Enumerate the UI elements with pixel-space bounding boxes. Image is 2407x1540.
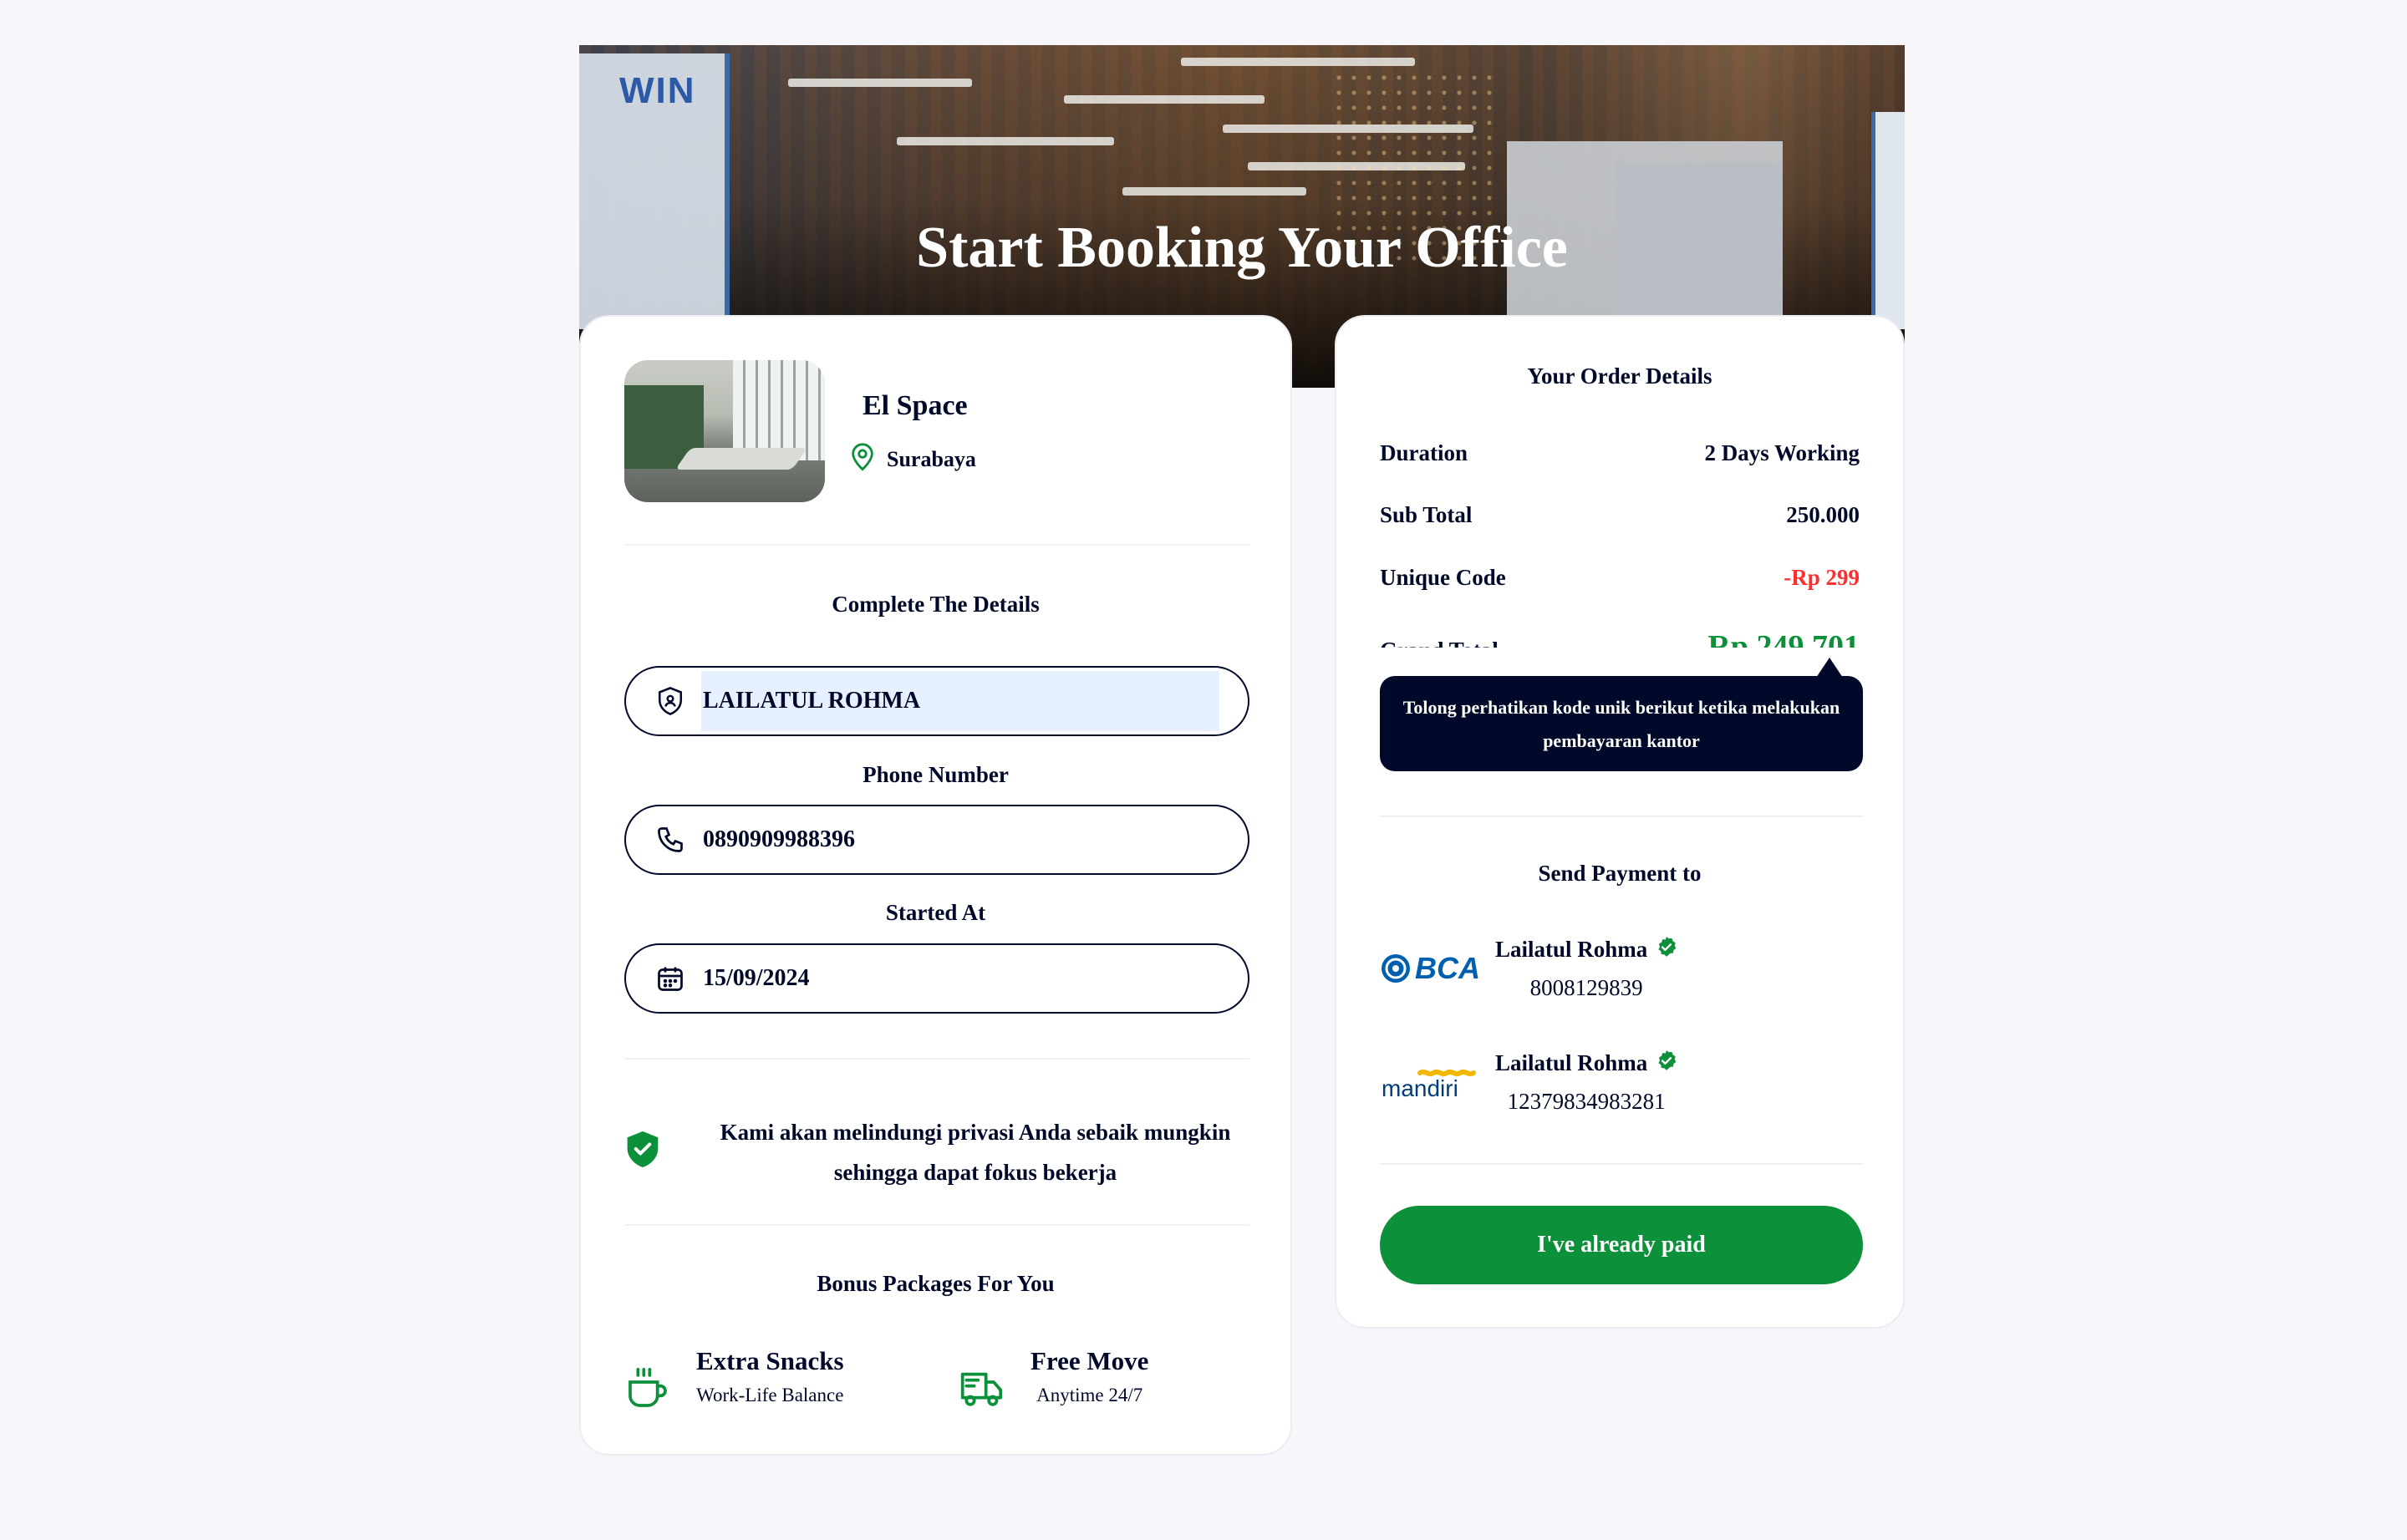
bonus-item: Extra Snacks Work-Life Balance: [624, 1346, 844, 1415]
hero-title: Start Booking Your Office: [916, 216, 1568, 280]
payment-heading: Send Payment to: [1538, 861, 1702, 886]
order-row-grand-total: Grand Total Rp 249.701: [1380, 626, 1860, 648]
order-details-card: Your Order Details Duration 2 Days Worki…: [1335, 315, 1905, 1329]
bank-mandiri: mandiri Lailatul Rohma 12379834983281: [1380, 1050, 1677, 1115]
bank-bca: BCA Lailatul Rohma 8008129839: [1380, 936, 1677, 1001]
verified-badge-icon: [1656, 1050, 1677, 1077]
bonus-title: Free Move: [1030, 1346, 1149, 1375]
account-number: 8008129839: [1529, 975, 1643, 1000]
name-input[interactable]: [701, 671, 1219, 731]
ceiling-lamp: [1122, 187, 1306, 196]
bonus-subtitle: Anytime 24/7: [1036, 1385, 1143, 1405]
verified-badge-icon: [1656, 936, 1677, 963]
order-row-value: 250.000: [1786, 502, 1860, 527]
hero-board-text: WIN: [619, 70, 696, 111]
divider: [624, 544, 1249, 546]
bonus-item: Free Move Anytime 24/7: [959, 1346, 1148, 1415]
truck-icon: [959, 1365, 1005, 1415]
account-holder: Lailatul Rohma: [1495, 1050, 1677, 1077]
bonus-subtitle: Work-Life Balance: [696, 1385, 844, 1405]
grand-total-value: Rp 249.701: [1707, 629, 1860, 648]
office-location: Surabaya: [848, 440, 976, 478]
privacy-text: Kami akan melindungi privasi Anda sebaik…: [720, 1120, 1231, 1185]
bca-logo-icon: BCA: [1380, 948, 1483, 989]
date-input[interactable]: [701, 948, 1219, 1009]
ceiling-lamp: [1064, 95, 1265, 104]
bonus-title: Extra Snacks: [696, 1346, 844, 1375]
account-holder-name: Lailatul Rohma: [1495, 937, 1648, 962]
thumb-table: [674, 448, 808, 470]
order-row-value: 2 Days Working: [1704, 440, 1860, 465]
order-row-label: Unique Code: [1380, 565, 1506, 590]
office-name: El Space: [863, 390, 968, 421]
details-heading: Complete The Details: [832, 592, 1040, 617]
account-holder-name: Lailatul Rohma: [1495, 1050, 1648, 1075]
order-row-unique-code: Unique Code -Rp 299: [1380, 565, 1860, 591]
phone-input[interactable]: [701, 810, 1219, 870]
hero-board: WIN: [579, 53, 730, 329]
phone-field[interactable]: [624, 805, 1249, 875]
order-heading: Your Order Details: [1527, 363, 1712, 389]
user-shield-icon: [654, 685, 686, 717]
thumb-window: [733, 360, 825, 460]
shield-check-icon: [624, 1129, 661, 1173]
date-field[interactable]: [624, 943, 1249, 1014]
divider: [1380, 816, 1863, 817]
bca-logo-text: BCA: [1415, 951, 1480, 985]
already-paid-button[interactable]: I've already paid: [1380, 1206, 1863, 1284]
coffee-cup-icon: [624, 1365, 671, 1415]
calendar-icon: [654, 963, 686, 994]
ceiling-lamp: [788, 79, 972, 87]
booking-form-card: El Space Surabaya Complete The Details P…: [579, 315, 1292, 1456]
grand-total-label: Grand Total: [1380, 626, 1499, 648]
account-holder: Lailatul Rohma: [1495, 936, 1677, 963]
divider: [1380, 1163, 1863, 1165]
mandiri-logo-text: mandiri: [1382, 1075, 1458, 1101]
order-row-label: Duration: [1380, 440, 1468, 465]
privacy-note: Kami akan melindungi privasi Anda sebaik…: [624, 1095, 1249, 1196]
divider: [624, 1224, 1249, 1226]
phone-label: Phone Number: [863, 762, 1009, 787]
office-thumbnail: [624, 360, 825, 502]
mandiri-logo-icon: mandiri: [1380, 1061, 1483, 1103]
started-label: Started At: [885, 900, 986, 925]
office-city: Surabaya: [887, 446, 976, 471]
divider: [624, 1058, 1249, 1060]
bonus-heading: Bonus Packages For You: [817, 1271, 1055, 1296]
ceiling-lamp: [897, 137, 1114, 145]
order-row-label: Sub Total: [1380, 502, 1473, 527]
unique-code-value: -Rp 299: [1784, 565, 1860, 590]
order-row-duration: Duration 2 Days Working: [1380, 440, 1860, 466]
order-row-subtotal: Sub Total 250.000: [1380, 502, 1860, 528]
name-field[interactable]: [624, 666, 1249, 736]
phone-icon: [654, 824, 686, 856]
account-number: 12379834983281: [1507, 1089, 1666, 1114]
location-pin-icon: [848, 440, 877, 478]
unique-code-tooltip: Tolong perhatikan kode unik berikut keti…: [1380, 658, 1863, 771]
ceiling-lamp: [1181, 58, 1415, 66]
